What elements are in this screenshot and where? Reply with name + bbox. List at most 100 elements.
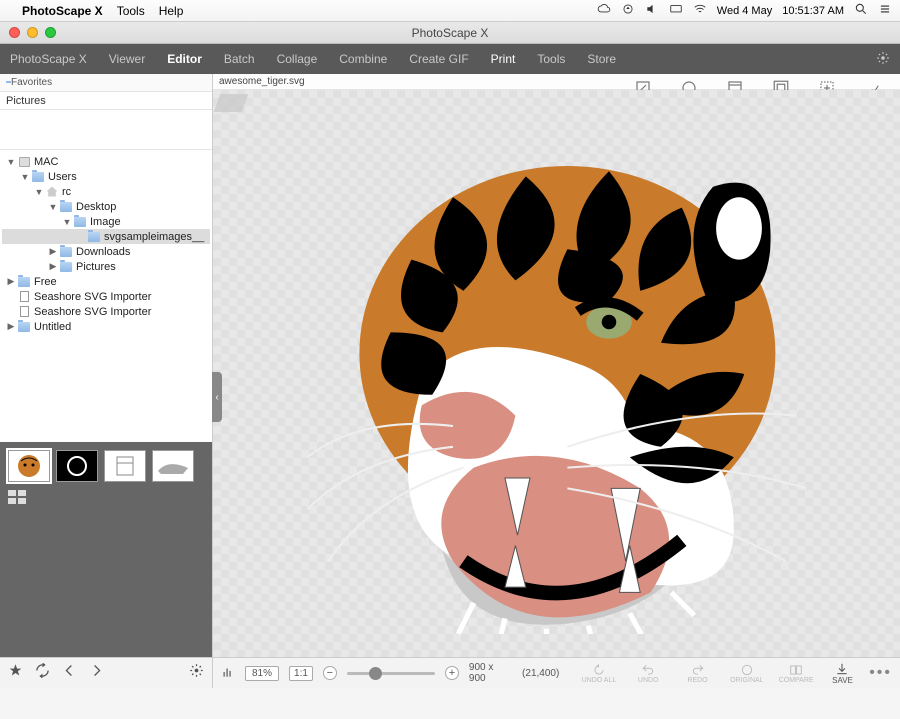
tree-item-label: Users: [48, 171, 77, 183]
tree-item-svgsampleimages-[interactable]: svgsampleimages__: [2, 229, 210, 244]
chevron-down-icon[interactable]: ▼: [6, 157, 16, 167]
menubar-date[interactable]: Wed 4 May: [717, 5, 772, 17]
tree-item-image[interactable]: ▼Image: [2, 214, 210, 229]
thumbnails-panel: [0, 442, 212, 657]
tree-item-label: Seashore SVG Importer: [34, 291, 151, 303]
document-icon: [17, 306, 31, 318]
chevron-down-icon[interactable]: ▼: [20, 172, 30, 182]
canvas-viewport[interactable]: [213, 90, 900, 657]
folder-icon: [17, 276, 31, 288]
tab-print[interactable]: Print: [491, 52, 516, 66]
menu-tools[interactable]: Tools: [117, 4, 145, 18]
home-icon: [45, 186, 59, 198]
save-button[interactable]: SAVE: [826, 662, 859, 685]
cloud-icon[interactable]: [597, 2, 611, 19]
tab-photoscape[interactable]: PhotoScape X: [10, 52, 87, 66]
gear-icon[interactable]: [189, 663, 204, 683]
spotlight-icon[interactable]: [854, 2, 868, 19]
display-icon[interactable]: [669, 2, 683, 19]
zoom-slider[interactable]: [347, 672, 435, 675]
tree-item-seashore-svg-importer[interactable]: Seashore SVG Importer: [2, 304, 210, 319]
tree-item-label: Seashore SVG Importer: [34, 306, 151, 318]
tree-item-rc[interactable]: ▼rc: [2, 184, 210, 199]
wifi-icon[interactable]: [693, 2, 707, 19]
zoom-value[interactable]: 81%: [245, 666, 279, 681]
tab-store[interactable]: Store: [587, 52, 616, 66]
pixel-tag-icon: [214, 94, 249, 112]
tab-batch[interactable]: Batch: [224, 52, 255, 66]
main-tabs: PhotoScape X Viewer Editor Batch Collage…: [0, 44, 900, 74]
tree-item-untitled[interactable]: ▶Untitled: [2, 319, 210, 334]
close-window-button[interactable]: [9, 27, 20, 38]
zoom-window-button[interactable]: [45, 27, 56, 38]
tree-item-seashore-svg-importer[interactable]: Seashore SVG Importer: [2, 289, 210, 304]
original-button[interactable]: ORIGINAL: [727, 663, 766, 684]
undo-all-button[interactable]: UNDO ALL: [579, 663, 618, 684]
tab-combine[interactable]: Combine: [339, 52, 387, 66]
folder-icon: [87, 231, 101, 243]
grid-toggle-button[interactable]: [8, 490, 32, 504]
disk-icon: [17, 156, 31, 168]
tree-item-pictures[interactable]: ▶Pictures: [2, 259, 210, 274]
window-title: PhotoScape X: [0, 26, 900, 40]
zoom-out-button[interactable]: −: [323, 666, 337, 680]
chevron-right-icon[interactable]: ▶: [48, 261, 58, 272]
compare-button[interactable]: COMPARE: [776, 663, 815, 684]
chevron-down-icon[interactable]: ▼: [34, 187, 44, 197]
folder-icon: [59, 201, 73, 213]
sidebar: Favorites Pictures ▼MAC▼Users▼rc▼Desktop…: [0, 74, 213, 688]
tree-item-label: Downloads: [76, 246, 130, 258]
favorites-label: Favorites: [11, 77, 52, 88]
thumbnail-3[interactable]: [104, 450, 146, 482]
star-icon[interactable]: [8, 663, 23, 683]
chevron-right-icon[interactable]: ▶: [6, 276, 16, 287]
zoom-in-button[interactable]: +: [445, 666, 459, 680]
app-name[interactable]: PhotoScape X: [22, 4, 103, 18]
tab-editor[interactable]: Editor: [167, 52, 202, 66]
undo-button[interactable]: UNDO: [629, 663, 668, 684]
update-icon[interactable]: [621, 2, 635, 19]
redo-button[interactable]: REDO: [678, 663, 717, 684]
back-icon[interactable]: [62, 663, 77, 683]
tab-create-gif[interactable]: Create GIF: [409, 52, 468, 66]
tree-item-free[interactable]: ▶ Free: [2, 274, 210, 289]
volume-icon[interactable]: [645, 2, 659, 19]
current-file-name: awesome_tiger.svg: [219, 76, 305, 87]
histogram-button[interactable]: [221, 665, 235, 682]
ratio-value[interactable]: 1:1: [289, 666, 313, 681]
menubar-time[interactable]: 10:51:37 AM: [782, 5, 844, 17]
tab-tools[interactable]: Tools: [537, 52, 565, 66]
tree-item-mac[interactable]: ▼MAC: [2, 154, 210, 169]
more-options-button[interactable]: •••: [869, 664, 892, 682]
tree-item-label: Free: [34, 276, 57, 288]
forward-icon[interactable]: [89, 663, 104, 683]
tree-item-downloads[interactable]: ▶ Downloads: [2, 244, 210, 259]
chevron-down-icon[interactable]: ▼: [62, 217, 72, 227]
mac-menubar: PhotoScape X Tools Help Wed 4 May 10:51:…: [0, 0, 900, 22]
canvas-area: awesome_tiger.svg EDIT COLOR FILM FRAME …: [213, 74, 900, 688]
pictures-header[interactable]: Pictures: [0, 92, 212, 110]
thumbnail-2[interactable]: [56, 450, 98, 482]
menu-list-icon[interactable]: [878, 2, 892, 19]
sidebar-bottombar: [0, 657, 212, 688]
thumbnail-tiger[interactable]: [8, 450, 50, 482]
settings-gear-icon[interactable]: [876, 51, 890, 68]
tree-item-desktop[interactable]: ▼Desktop: [2, 199, 210, 214]
menu-help[interactable]: Help: [159, 4, 184, 18]
tab-viewer[interactable]: Viewer: [109, 52, 145, 66]
chevron-down-icon[interactable]: ▼: [48, 202, 58, 212]
folder-icon: [59, 246, 73, 258]
tree-item-label: svgsampleimages__: [104, 231, 204, 243]
chevron-right-icon[interactable]: ▶: [6, 321, 16, 332]
thumbnail-4[interactable]: [152, 450, 194, 482]
favorites-header[interactable]: Favorites: [0, 74, 212, 92]
dimensions-label: 900 x 900: [469, 662, 512, 684]
minimize-window-button[interactable]: [27, 27, 38, 38]
refresh-icon[interactable]: [35, 663, 50, 683]
chevron-right-icon[interactable]: ▶: [48, 246, 58, 257]
sidebar-spacer: [0, 110, 212, 150]
tab-collage[interactable]: Collage: [277, 52, 318, 66]
tree-item-users[interactable]: ▼ Users: [2, 169, 210, 184]
window-titlebar: PhotoScape X: [0, 22, 900, 44]
collapse-sidebar-handle[interactable]: ‹: [212, 372, 222, 422]
